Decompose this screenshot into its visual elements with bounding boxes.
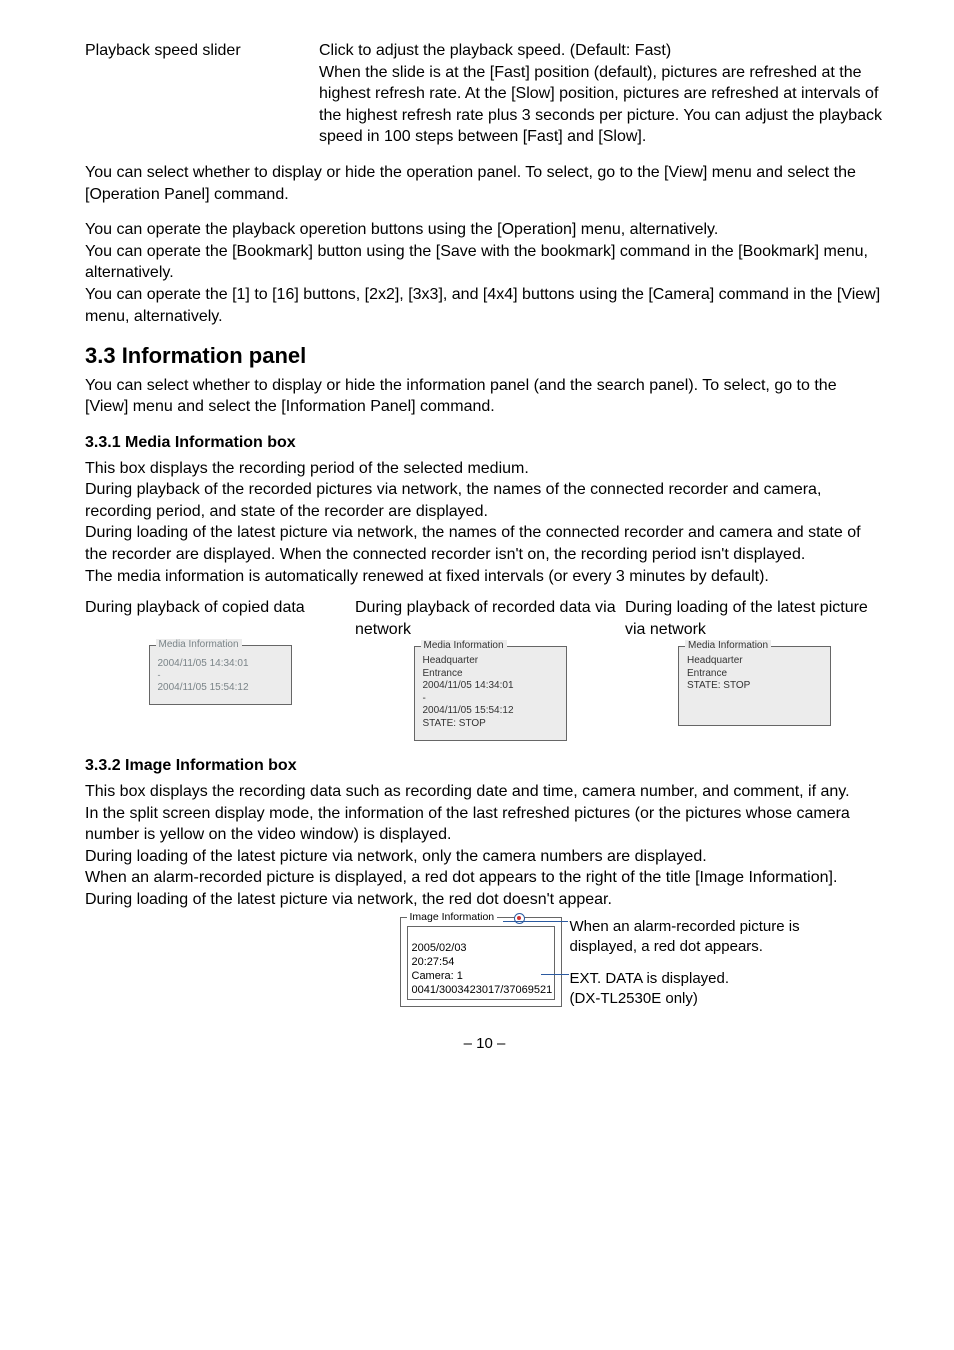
playback-speed-label: Playback speed slider bbox=[85, 40, 319, 148]
paragraph-operate-a: You can operate the playback operetion b… bbox=[85, 221, 718, 238]
callout-ext-data: EXT. DATA is displayed. (DX-TL2530E only… bbox=[570, 969, 870, 1010]
text-332-c: During loading of the latest picture via… bbox=[85, 848, 707, 865]
callout-connector-line bbox=[503, 921, 568, 922]
col-label-copied: During playback of copied data bbox=[85, 597, 355, 619]
box2-l1: Headquarter bbox=[423, 655, 558, 668]
box3-l2: Entrance bbox=[687, 668, 822, 681]
heading-3-3-1: 3.3.1 Media Information box bbox=[85, 432, 884, 454]
heading-3-3-2: 3.3.2 Image Information box bbox=[85, 755, 884, 777]
box2-l6: STATE: STOP bbox=[423, 718, 558, 731]
paragraph-operate-b: You can operate the [Bookmark] button us… bbox=[85, 243, 868, 282]
media-info-box-latest: Media Information Headquarter Entrance S… bbox=[678, 646, 831, 726]
box3-l3: STATE: STOP bbox=[687, 680, 822, 693]
text-331-b: During playback of the recorded pictures… bbox=[85, 481, 821, 520]
page-number: – 10 – bbox=[85, 1034, 884, 1054]
text-332-a: This box displays the recording data suc… bbox=[85, 783, 850, 800]
paragraph-operation-panel: You can select whether to display or hid… bbox=[85, 162, 884, 205]
media-info-legend: Media Information bbox=[421, 640, 507, 653]
image-info-legend: Image Information bbox=[407, 910, 498, 924]
col-label-network-recorded: During playback of recorded data via net… bbox=[355, 597, 625, 640]
alarm-dot-icon bbox=[514, 913, 525, 924]
imgbox-l1: 2005/02/03 bbox=[412, 942, 467, 954]
text-331-a: This box displays the recording period o… bbox=[85, 460, 529, 477]
text-332-d: When an alarm-recorded picture is displa… bbox=[85, 869, 837, 886]
box2-l4: - bbox=[423, 693, 558, 706]
media-info-legend: Media Information bbox=[685, 640, 771, 653]
col-label-network-latest: During loading of the latest picture via… bbox=[625, 597, 884, 640]
box2-l3: 2004/11/05 14:34:01 bbox=[423, 680, 558, 693]
text-331-d: The media information is automatically r… bbox=[85, 568, 769, 585]
callout-alarm-dot: When an alarm-recorded picture is displa… bbox=[570, 917, 870, 958]
media-info-legend: Media Information bbox=[156, 639, 242, 652]
box1-line2: 2004/11/05 15:54:12 bbox=[158, 682, 283, 695]
text-331-c: During loading of the latest picture via… bbox=[85, 524, 861, 563]
box1-line1: 2004/11/05 14:34:01 bbox=[158, 658, 283, 671]
paragraph-3-3: You can select whether to display or hid… bbox=[85, 375, 884, 418]
imgbox-l3: Camera: 1 bbox=[412, 970, 463, 982]
playback-speed-desc: Click to adjust the playback speed. (Def… bbox=[319, 40, 884, 148]
callout-connector-line bbox=[541, 974, 569, 975]
box3-l1: Headquarter bbox=[687, 655, 822, 668]
text-332-b: In the split screen display mode, the in… bbox=[85, 805, 850, 844]
imgbox-l4: 0041/3003423017/37069521 bbox=[412, 984, 553, 996]
box2-l2: Entrance bbox=[423, 668, 558, 681]
media-info-box-network: Media Information Headquarter Entrance 2… bbox=[414, 646, 567, 741]
imgbox-l2: 20:27:54 bbox=[412, 956, 455, 968]
text-332-e: During loading of the latest picture via… bbox=[85, 891, 612, 908]
paragraph-operate-c: You can operate the [1] to [16] buttons,… bbox=[85, 286, 880, 325]
image-info-box: Image Information 2005/02/03 20:27:54 Ca… bbox=[400, 917, 562, 1008]
media-info-box-copied: Media Information 2004/11/05 14:34:01 - … bbox=[149, 645, 292, 705]
box2-l5: 2004/11/05 15:54:12 bbox=[423, 705, 558, 718]
heading-3-3: 3.3 Information panel bbox=[85, 341, 884, 371]
